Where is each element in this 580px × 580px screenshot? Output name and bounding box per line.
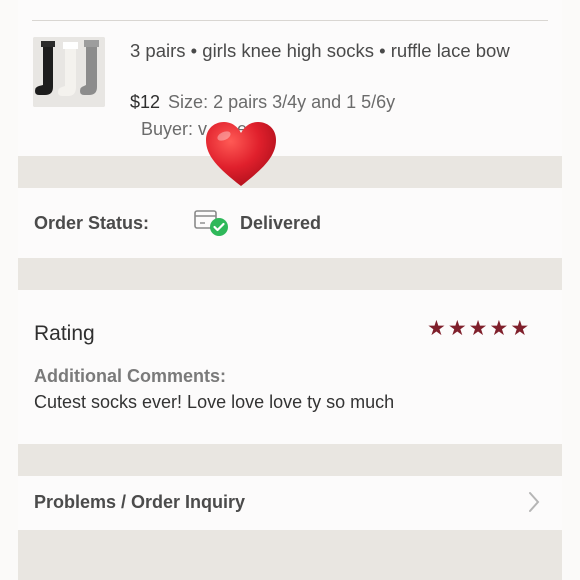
- star-icon: ★: [510, 317, 530, 340]
- problems-order-inquiry-label: Problems / Order Inquiry: [34, 492, 246, 512]
- item-card[interactable]: 3 pairs • girls knee high socks • ruffle…: [18, 0, 562, 156]
- delivered-box-check-icon: [194, 207, 228, 237]
- star-icon: ★: [489, 317, 509, 340]
- item-size: Size: 2 pairs 3/4y and 1 5/6y: [168, 92, 396, 112]
- rating-label: Rating: [34, 322, 95, 345]
- star-rating: ★ ★ ★ ★ ★: [427, 318, 529, 340]
- additional-comments-text: Cutest socks ever! Love love love ty so …: [34, 392, 395, 412]
- product-thumbnail[interactable]: [33, 37, 105, 107]
- item-title[interactable]: 3 pairs • girls knee high socks • ruffle…: [130, 38, 530, 64]
- star-icon: ★: [468, 317, 488, 340]
- order-details-panel: 3 pairs • girls knee high socks • ruffle…: [18, 0, 562, 580]
- heart-emoji-icon: [204, 120, 278, 190]
- chevron-right-icon: [526, 490, 542, 514]
- socks-image: [33, 37, 105, 107]
- rating-card: Rating ★ ★ ★ ★ ★ Additional Comments: Cu…: [18, 290, 562, 444]
- star-icon: ★: [427, 317, 446, 340]
- problems-order-inquiry-row[interactable]: Problems / Order Inquiry: [18, 476, 562, 530]
- order-status-value: Delivered: [240, 213, 322, 233]
- star-icon: ★: [447, 317, 467, 340]
- item-price: $12: [130, 92, 161, 112]
- additional-comments-label: Additional Comments:: [34, 366, 226, 386]
- price-size-line: $12 Size: 2 pairs 3/4y and 1 5/6y: [130, 92, 395, 113]
- divider: [32, 20, 548, 21]
- order-status-card: Order Status: Delivered: [18, 188, 562, 258]
- order-status-label: Order Status:: [34, 213, 150, 233]
